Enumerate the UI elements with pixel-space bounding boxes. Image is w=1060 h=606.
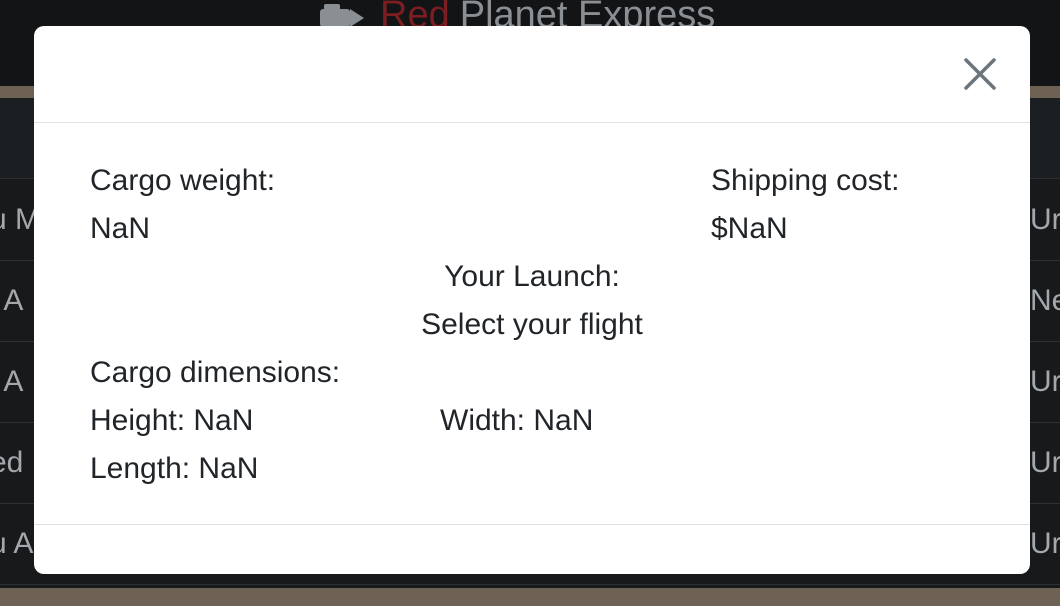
close-icon[interactable] — [960, 54, 1000, 94]
table-cell: Ur — [1030, 365, 1060, 398]
table-cell: u A — [0, 527, 34, 560]
height-value: Height: NaN — [90, 404, 254, 437]
launch-label: Your Launch: — [444, 260, 620, 293]
table-cell: Ne — [1030, 284, 1060, 317]
cargo-dimensions-label: Cargo dimensions: — [90, 356, 341, 389]
table-cell: i A — [0, 365, 24, 398]
width-value: Width: NaN — [440, 404, 594, 437]
launch-value: Select your flight — [421, 308, 643, 341]
modal-header — [34, 26, 1030, 123]
shipping-cost-label: Shipping cost: — [711, 164, 900, 197]
modal-body: Cargo weight: NaN Shipping cost: $NaN Yo… — [34, 123, 1030, 523]
cargo-summary-modal: Cargo weight: NaN Shipping cost: $NaN Yo… — [34, 26, 1030, 574]
table-cell: Ur — [1030, 203, 1060, 236]
table-cell: Ur — [1030, 446, 1060, 479]
background-footer — [0, 588, 1060, 606]
modal-footer — [34, 524, 1030, 574]
cargo-weight-label: Cargo weight: — [90, 164, 276, 197]
length-value: Length: NaN — [90, 452, 259, 485]
table-cell: i A — [0, 284, 24, 317]
app-page: Red Planet Express u M Ur i A Ne i A Ur … — [0, 0, 1060, 606]
shipping-cost-value: $NaN — [711, 212, 788, 245]
table-cell: ed — [0, 446, 24, 479]
cargo-weight-value: NaN — [90, 212, 151, 245]
table-cell: Ur — [1030, 527, 1060, 560]
